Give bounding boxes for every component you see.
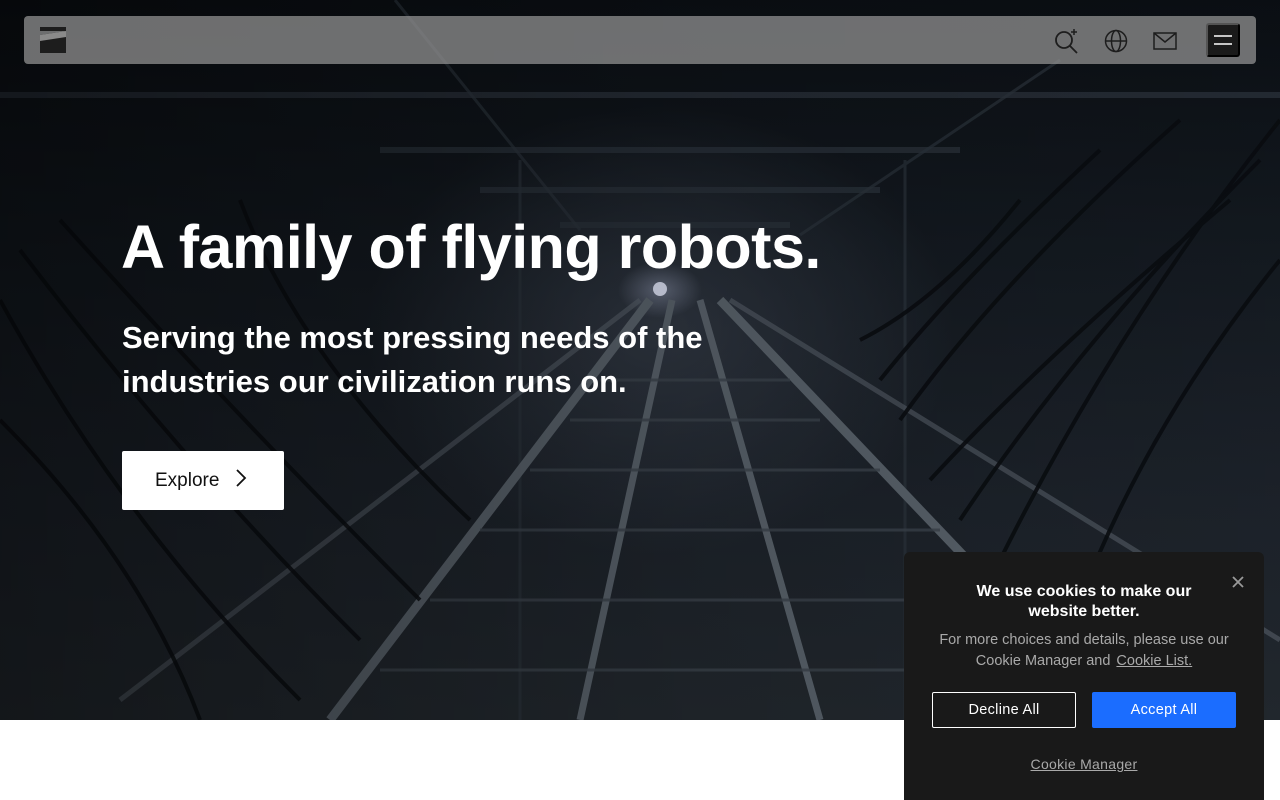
accept-all-button[interactable]: Accept All: [1092, 692, 1236, 728]
cookie-list-link[interactable]: Cookie List.: [1116, 653, 1192, 669]
menu-button[interactable]: [1206, 23, 1240, 57]
cookie-consent-dialog: We use cookies to make our website bette…: [904, 552, 1264, 800]
cookie-title: We use cookies to make our website bette…: [976, 583, 1192, 620]
brand-logo[interactable]: [40, 27, 68, 53]
close-icon[interactable]: [1230, 574, 1246, 590]
explore-button-label: Explore: [155, 469, 220, 491]
explore-button[interactable]: Explore: [122, 451, 284, 510]
globe-icon[interactable]: [1103, 28, 1129, 54]
brand-logo-icon: [40, 27, 66, 53]
mail-icon[interactable]: [1152, 28, 1178, 54]
search-sparkle-icon[interactable]: [1054, 28, 1080, 54]
hero-subheadline: Serving the most pressing needs of the i…: [122, 320, 703, 399]
cookie-manager-link[interactable]: Cookie Manager: [904, 756, 1264, 772]
chevron-right-icon: [235, 468, 247, 494]
hero-headline: A family of flying robots.: [121, 213, 821, 281]
decline-all-button[interactable]: Decline All: [932, 692, 1076, 728]
cookie-description: For more choices and details, please use…: [924, 630, 1244, 672]
hamburger-menu-icon: [1214, 35, 1232, 45]
top-navigation-bar: [24, 16, 1256, 64]
